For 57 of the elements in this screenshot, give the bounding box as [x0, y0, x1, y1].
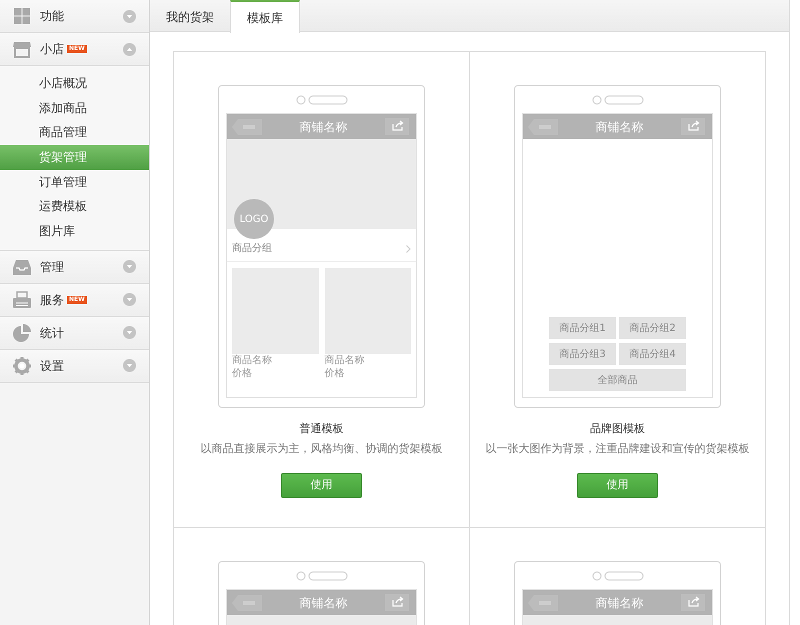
expand-icon[interactable] [123, 10, 136, 22]
share-icon [385, 118, 409, 135]
share-icon [385, 594, 409, 611]
phone-speaker-drawing [296, 94, 348, 104]
settings-icon [13, 356, 31, 375]
product-price: 价格 [232, 367, 253, 380]
section-label: 小店 [40, 41, 64, 58]
store-name: 商铺名称 [300, 118, 348, 136]
template-name: 普通模板 [300, 421, 344, 437]
printer-icon [13, 290, 31, 309]
pie-chart-icon [13, 324, 31, 342]
sidebar-item[interactable]: 小店概况 [0, 71, 149, 96]
phone-speaker-drawing [592, 570, 644, 580]
sidebar-section-header[interactable]: 设置 [0, 350, 149, 383]
back-icon [232, 118, 262, 134]
sidebar-section-header[interactable]: 管理 [0, 250, 149, 284]
back-icon [232, 594, 262, 610]
inbox-icon [13, 258, 31, 276]
product-name: 商品名称 [232, 354, 273, 367]
sidebar-item[interactable]: 订单管理 [0, 170, 149, 194]
sidebar-section-header[interactable]: 统计 [0, 316, 149, 350]
section-label: 统计 [40, 324, 64, 342]
template-description: 以商品直接展示为主，风格均衡、协调的货架模板 [200, 440, 442, 456]
share-icon [681, 594, 705, 611]
section-label: 管理 [40, 258, 64, 276]
store-name: 商铺名称 [596, 594, 644, 612]
share-icon [681, 118, 705, 135]
section-label: 服务 [40, 292, 64, 309]
phone-speaker-drawing [592, 94, 644, 104]
section-label: 功能 [40, 8, 64, 25]
template-name: 品牌图模板 [590, 421, 645, 437]
logo-text: LOGO [240, 212, 268, 226]
collapse-icon[interactable] [123, 42, 136, 56]
expand-icon[interactable] [123, 260, 136, 274]
group-label: 商品分组 [232, 242, 272, 256]
expand-icon[interactable] [123, 326, 136, 340]
template-description: 以一张大图作为背景，注重品牌建设和宣传的货架模板 [486, 440, 750, 456]
store-name: 商铺名称 [300, 594, 348, 612]
back-icon [528, 118, 558, 134]
product-price: 价格 [324, 367, 346, 380]
sidebar-item[interactable]: 商品管理 [0, 120, 149, 146]
phone-speaker-drawing [296, 570, 348, 580]
tab[interactable]: 我的货架 [150, 0, 230, 31]
sidebar-item[interactable]: 添加商品 [0, 96, 149, 120]
grid-icon [13, 7, 31, 25]
shop-icon [13, 40, 31, 58]
product-name: 商品名称 [324, 354, 366, 367]
store-name: 商铺名称 [596, 118, 644, 136]
sidebar-item[interactable]: 运费模板 [0, 194, 149, 220]
chevron-right-icon [406, 244, 411, 252]
section-label: 设置 [40, 358, 64, 375]
expand-icon[interactable] [123, 293, 136, 306]
tab[interactable]: 模板库 [230, 0, 300, 33]
back-icon [528, 594, 558, 610]
sidebar-item[interactable]: 图片库 [0, 219, 149, 244]
sidebar-section-header[interactable]: 功能 [0, 0, 149, 33]
expand-icon[interactable] [123, 359, 136, 372]
